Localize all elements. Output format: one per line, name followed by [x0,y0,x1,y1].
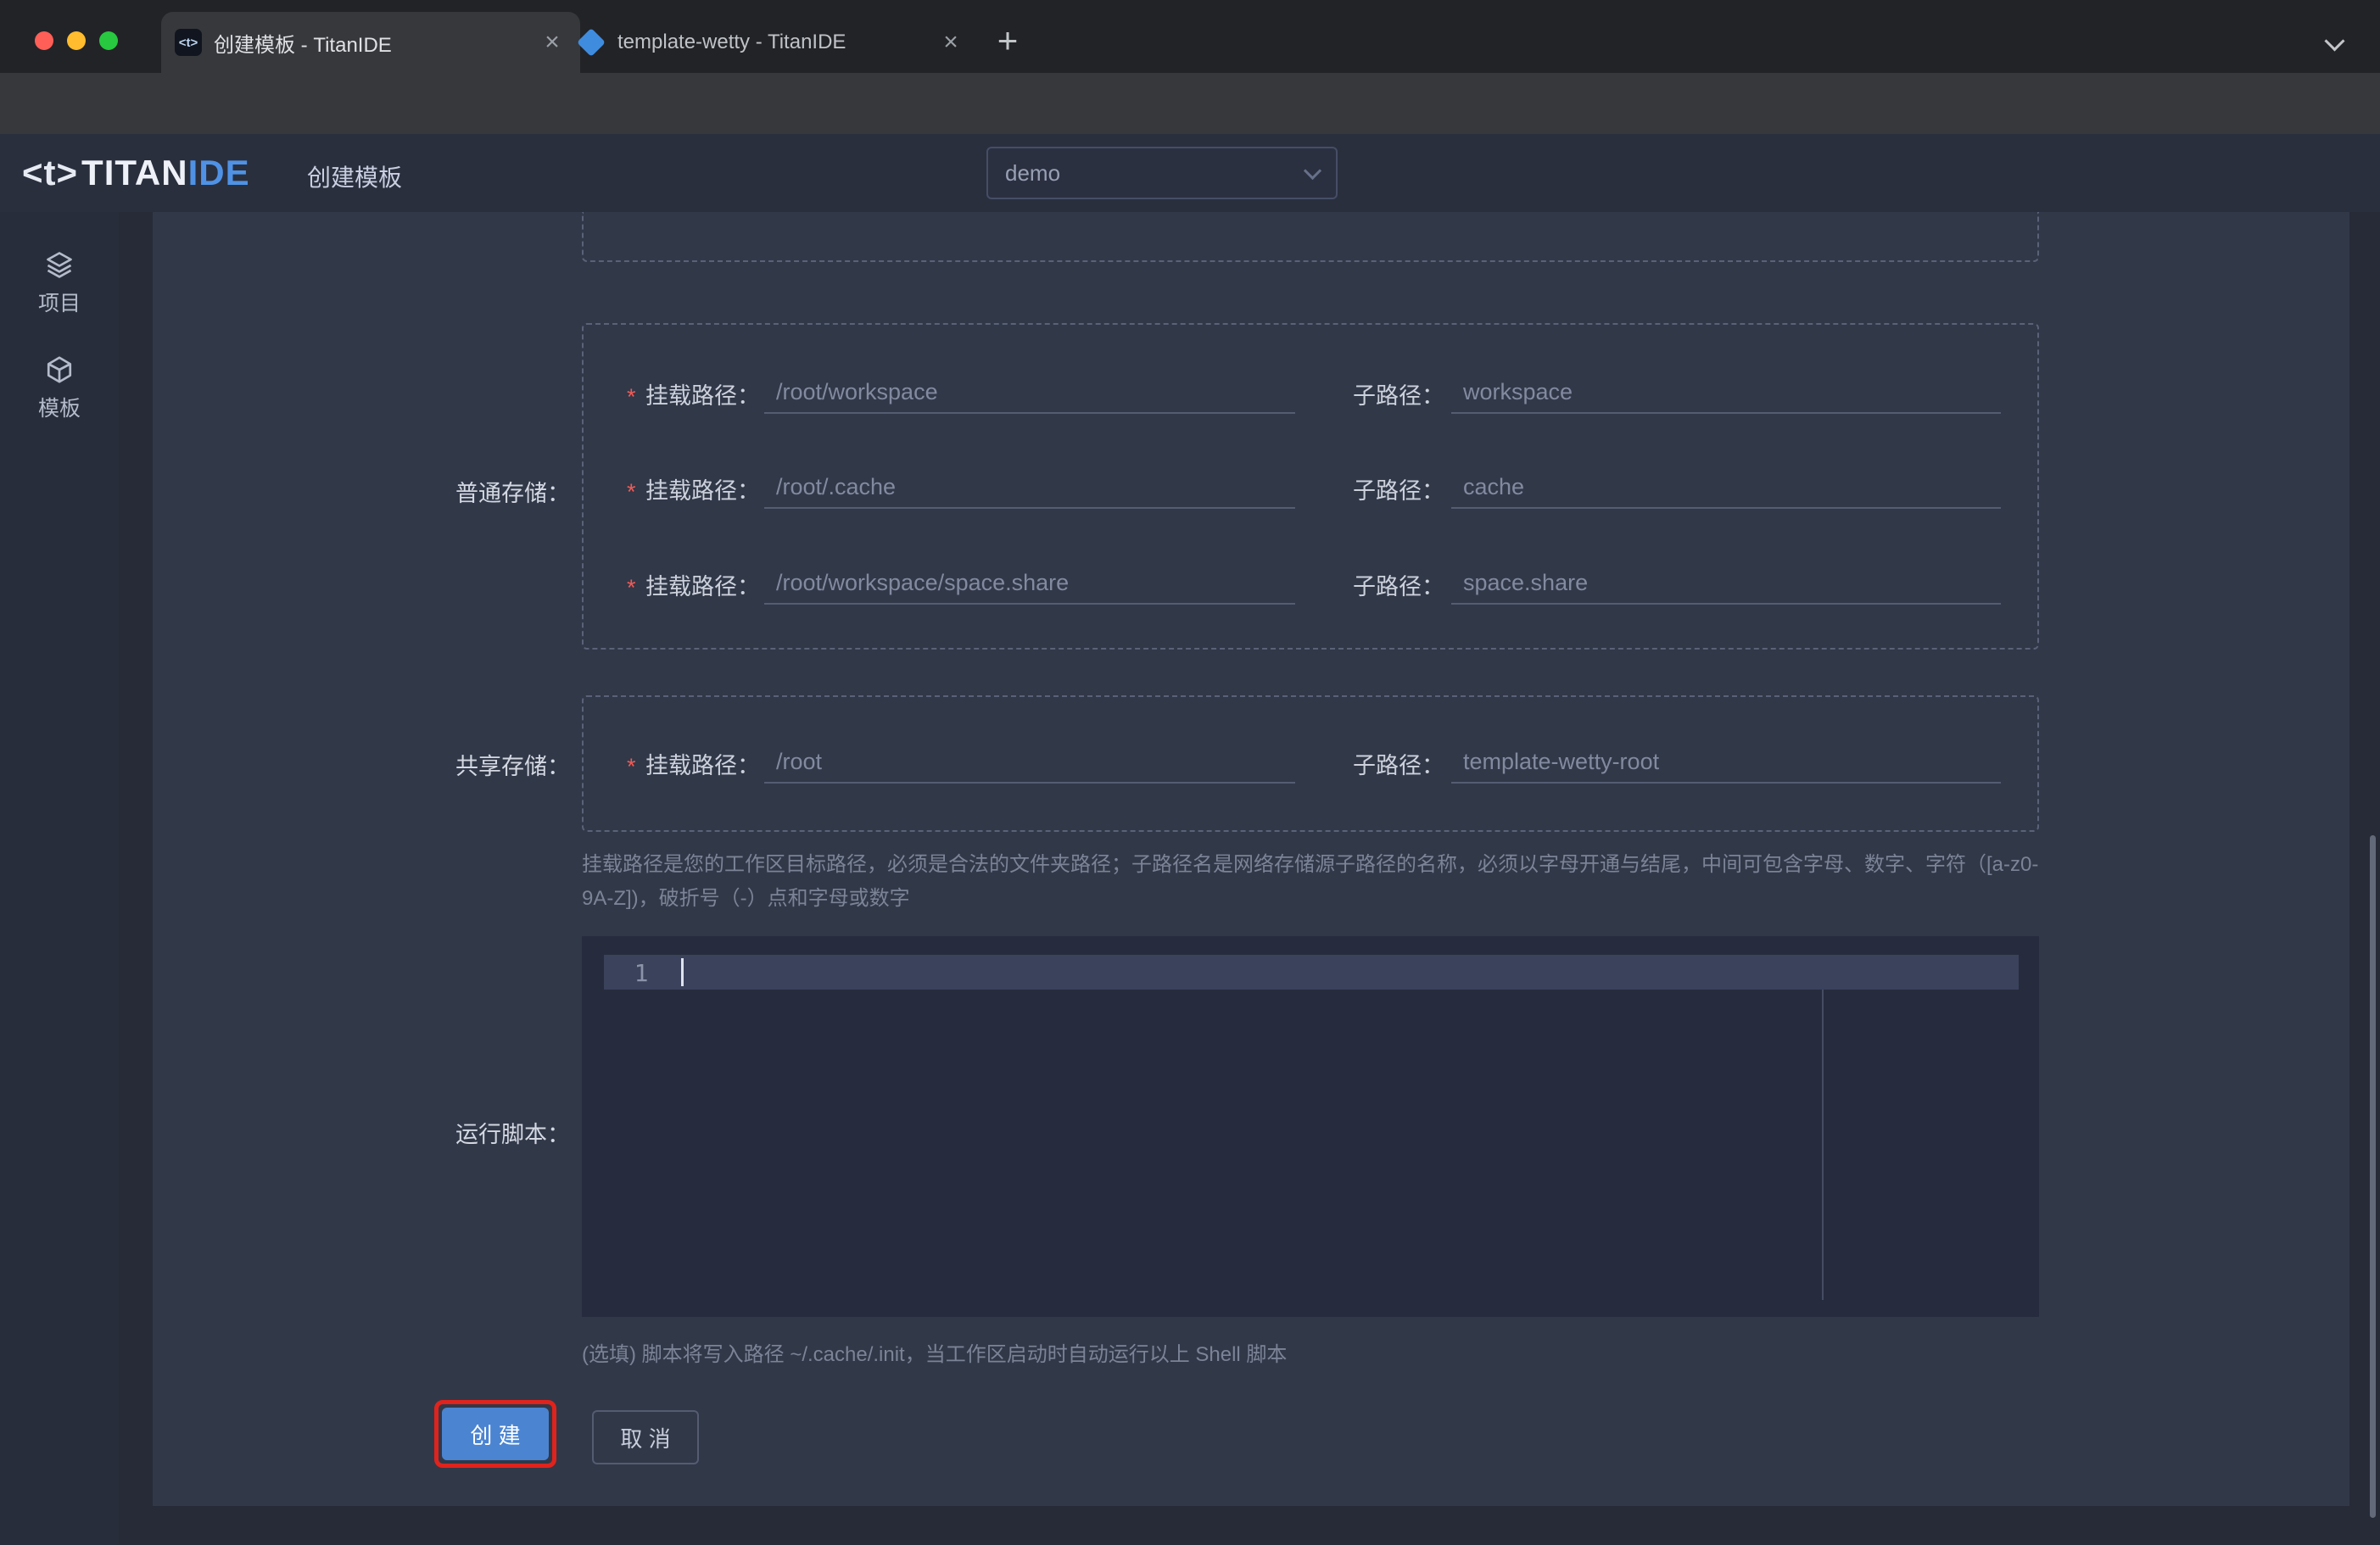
sub-path-input[interactable]: space.share [1451,564,2001,605]
sidebar-item-label: 模板 [37,397,81,421]
browser-tab-active[interactable]: <t> 创建模板 - TitanIDE × [161,12,580,73]
tab-close-icon[interactable]: × [936,28,965,57]
normal-storage-group: * 挂载路径： /root/workspace 子路径： workspace *… [582,323,2039,650]
storage-group-cutoff [582,212,2039,262]
editor-column-ruler [1822,990,1824,1300]
window-close-button[interactable] [35,31,53,50]
mount-path-value: /root/.cache [776,474,897,499]
mount-path-input[interactable]: /root/.cache [764,468,1295,509]
template-favicon [577,28,606,57]
mount-path-input[interactable]: /root [764,743,1295,784]
run-script-label: 运行脚本： [455,1122,570,1147]
cube-icon [47,356,72,383]
mount-path-label: 挂载路径： [645,752,760,778]
sidebar-item-label: 项目 [37,292,81,315]
window-minimize-button[interactable] [67,31,86,50]
script-code-editor[interactable]: 1 [582,936,2039,1317]
editor-line-number: 1 [634,959,649,987]
editor-current-line-highlight [604,955,2019,990]
browser-tab-inactive[interactable]: template-wetty - TitanIDE × [563,12,979,73]
tab-overflow-chevron-icon[interactable] [2324,31,2345,52]
cancel-button[interactable]: 取 消 [592,1410,699,1464]
tab-title: 创建模板 - TitanIDE [214,33,392,57]
app-sidebar: 项目 模板 [0,212,119,1545]
path-help-text: 挂载路径是您的工作区目标路径，必须是合法的文件夹路径；子路径名是网络存储源子路径… [582,853,2039,910]
mount-path-label: 挂载路径： [645,573,760,600]
logo-mark: <t> [22,153,79,192]
workspace-select-value: demo [1005,159,1061,186]
mount-path-input[interactable]: /root/workspace [764,373,1295,414]
script-help-text: (选填) 脚本将写入路径 ~/.cache/.init，当工作区启动时自动运行以… [582,1343,1288,1366]
sub-path-label: 子路径： [1353,382,1444,409]
window-zoom-button[interactable] [99,31,118,50]
titanide-logo: <t> TITAN IDE [22,153,250,193]
page-title: 创建模板 [307,165,403,191]
sub-path-label: 子路径： [1353,573,1444,600]
layers-icon [47,252,72,278]
page-scrollbar[interactable] [2370,835,2376,1518]
create-button[interactable]: 创 建 [442,1408,549,1460]
sub-path-label: 子路径： [1353,752,1444,778]
create-button-annotation: 创 建 [434,1400,556,1468]
mount-path-input[interactable]: /root/workspace/space.share [764,564,1295,605]
mount-path-value: /root [776,749,823,774]
new-tab-button[interactable]: + [989,20,1026,61]
chevron-down-icon [1303,161,1322,180]
mount-path-value: /root/workspace [776,379,938,404]
storage-row: * 挂载路径： /root/workspace 子路径： workspace [584,367,2037,420]
required-mark: * [627,574,636,600]
tab-title: template-wetty - TitanIDE [617,31,846,53]
app-header: <t> TITAN IDE 创建模板 demo ? 演 [0,134,2380,330]
required-mark: * [627,478,636,505]
sub-path-input[interactable]: cache [1451,468,2001,509]
sidebar-item-templates[interactable]: 模板 [0,354,119,422]
mount-path-label: 挂载路径： [645,477,760,504]
browser-tab-strip: <t> 创建模板 - TitanIDE × template-wetty - T… [0,0,2380,73]
required-mark: * [627,753,636,779]
workspace-select[interactable]: demo [986,147,1338,199]
tab-close-icon[interactable]: × [538,28,567,57]
sub-path-value: workspace [1463,379,1573,404]
sidebar-item-projects[interactable]: 项目 [0,249,119,317]
editor-cursor [681,958,684,986]
browser-toolbar: try.titanide.cn/ide/web/workspace/templa… [0,73,2380,198]
mount-path-value: /root/workspace/space.share [776,570,1070,595]
logo-accent: IDE [187,153,250,192]
logo-main: TITAN [81,153,188,192]
mount-path-label: 挂载路径： [645,382,760,409]
sub-path-value: space.share [1463,570,1589,595]
required-mark: * [627,383,636,410]
sub-path-label: 子路径： [1353,477,1444,504]
sub-path-value: template-wetty-root [1463,749,1660,774]
storage-row: * 挂载路径： /root/.cache 子路径： cache [584,462,2037,515]
sub-path-input[interactable]: workspace [1451,373,2001,414]
titanide-favicon: <t> [175,29,202,56]
sub-path-value: cache [1463,474,1525,499]
normal-storage-label: 普通存储： [455,481,570,506]
storage-row: * 挂载路径： /root 子路径： template-wetty-root [584,737,2037,789]
shared-storage-group: * 挂载路径： /root 子路径： template-wetty-root [582,695,2039,832]
sub-path-input[interactable]: template-wetty-root [1451,743,2001,784]
storage-row: * 挂载路径： /root/workspace/space.share 子路径：… [584,558,2037,611]
shared-storage-label: 共享存储： [455,754,570,779]
